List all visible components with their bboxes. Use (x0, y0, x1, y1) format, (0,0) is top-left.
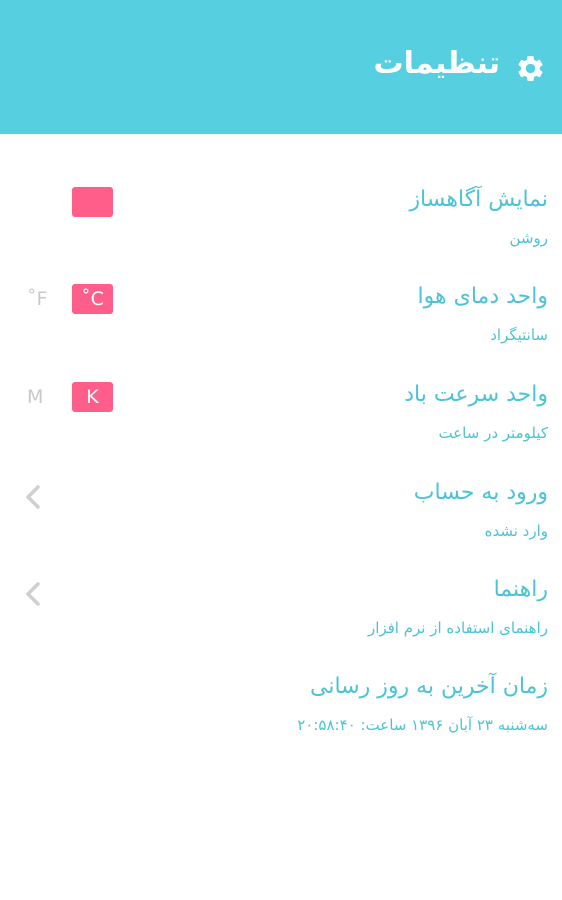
chevron-left-icon[interactable] (22, 581, 44, 607)
setting-title: راهنما (493, 577, 548, 602)
notification-toggle[interactable] (72, 187, 113, 217)
setting-title: واحد دمای هوا (417, 284, 548, 309)
setting-notification[interactable]: نمایش آگاهساز روشن (0, 187, 562, 283)
chevron-left-icon[interactable] (22, 484, 44, 510)
setting-title: ورود به حساب (413, 480, 548, 505)
setting-subtitle: روشن (509, 229, 548, 247)
last-update-timestamp: سه‌شنبه ۲۳ آبان ۱۳۹۶ ساعت: ۲۰:۵۸:۴۰ (297, 716, 548, 734)
setting-subtitle: کیلومتر در ساعت (438, 424, 549, 442)
mph-option[interactable]: M (27, 384, 43, 410)
setting-temperature-unit[interactable]: واحد دمای هوا سانتیگراد ˚C ˚F (0, 284, 562, 380)
fahrenheit-option[interactable]: ˚F (27, 286, 47, 312)
setting-help[interactable]: راهنما راهنمای استفاده از نرم افزار (0, 577, 562, 673)
setting-title: نمایش آگاهساز (409, 187, 548, 212)
setting-title: زمان آخرین به روز رسانی (310, 674, 548, 699)
setting-subtitle: وارد نشده (484, 522, 548, 540)
gear-icon[interactable] (515, 53, 546, 84)
setting-subtitle: راهنمای استفاده از نرم افزار (367, 619, 548, 637)
celsius-option[interactable]: ˚C (72, 284, 113, 314)
setting-title: واحد سرعت باد (404, 382, 548, 407)
kmh-option[interactable]: K (72, 382, 113, 412)
setting-login[interactable]: ورود به حساب وارد نشده (0, 480, 562, 576)
app-header: تنظیمات (0, 0, 562, 134)
setting-subtitle: سانتیگراد (490, 326, 548, 344)
setting-wind-unit[interactable]: واحد سرعت باد کیلومتر در ساعت K M (0, 382, 562, 478)
page-title: تنظیمات (373, 46, 500, 81)
setting-last-update: زمان آخرین به روز رسانی سه‌شنبه ۲۳ آبان … (0, 674, 562, 770)
